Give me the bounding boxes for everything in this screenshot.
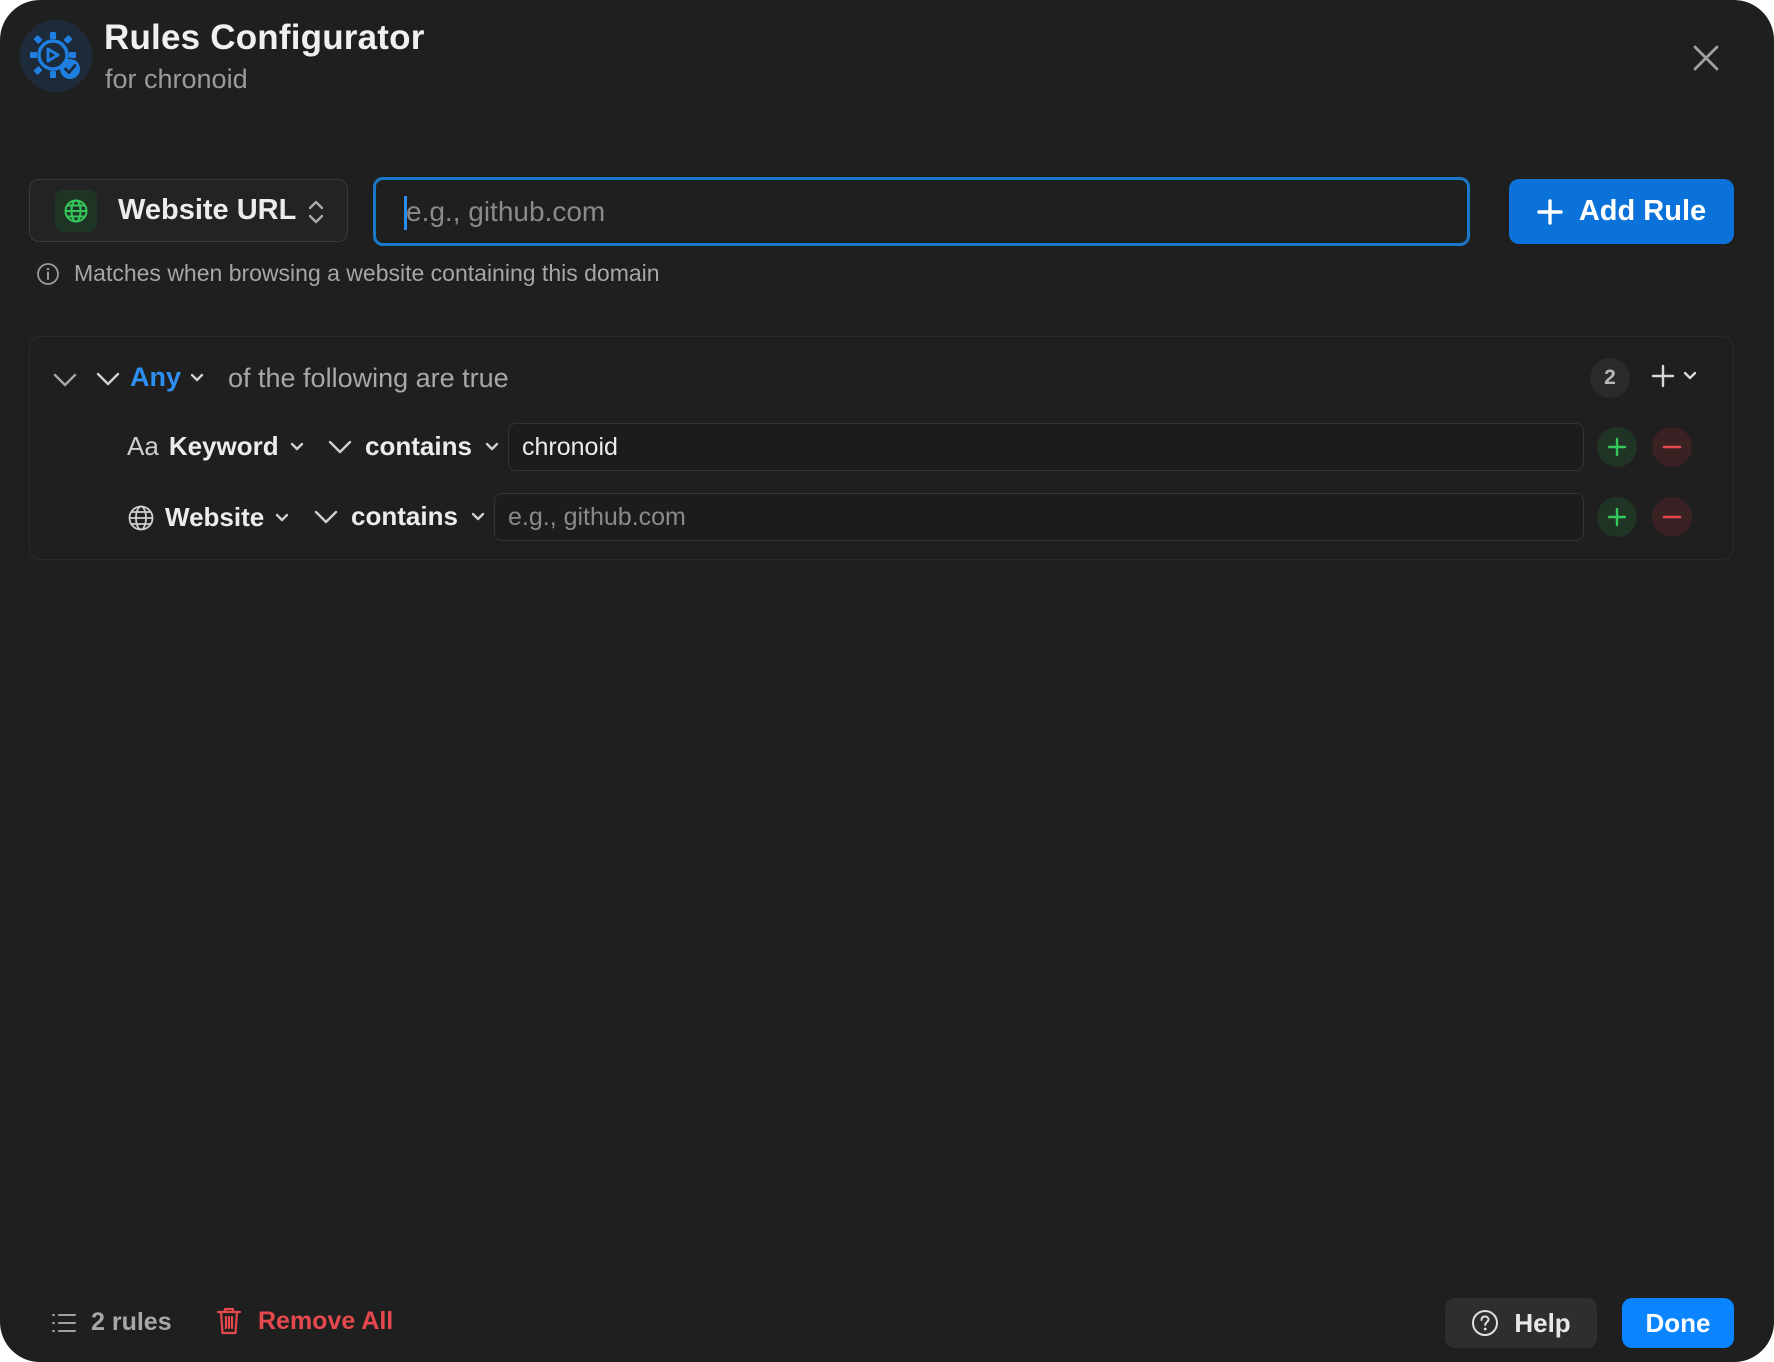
rule-field-dropdown[interactable]: Aa Keyword	[127, 431, 305, 462]
globe-icon	[128, 505, 154, 530]
minus-icon	[1662, 445, 1682, 449]
chevron-down-icon	[485, 442, 499, 450]
done-button[interactable]: Done	[1622, 1298, 1734, 1348]
chevron-down-icon	[290, 442, 303, 450]
quantifier-chevron-icon[interactable]	[95, 370, 121, 388]
add-rule-button[interactable]: Add Rule	[1509, 179, 1734, 244]
plus-icon	[1607, 507, 1627, 527]
done-label: Done	[1645, 1307, 1711, 1338]
rule-value-input[interactable]	[509, 424, 1583, 470]
rules-configurator-window: Rules Configurator for chronoid Website …	[0, 0, 1774, 1362]
url-input-container	[373, 177, 1470, 246]
rule-operator-label: contains	[365, 431, 472, 461]
plus-icon	[1607, 437, 1627, 457]
url-input[interactable]	[376, 180, 1467, 243]
add-rule-label: Add Rule	[1578, 195, 1707, 227]
page-title: Rules Configurator	[104, 18, 425, 57]
remove-all-label: Remove All	[258, 1306, 394, 1335]
hint-text: Matches when browsing a website containi…	[74, 260, 660, 286]
chevron-down-icon	[328, 440, 352, 453]
rule-operator-dropdown[interactable]: contains	[313, 501, 486, 532]
collapse-chevron-icon[interactable]	[52, 371, 78, 389]
rule-group-panel: Any of the following are true 2 Aa Keywo…	[29, 336, 1734, 560]
help-button[interactable]: Help	[1445, 1298, 1597, 1348]
add-rule-row-button[interactable]	[1597, 427, 1637, 467]
chevron-down-icon	[471, 512, 485, 520]
help-label: Help	[1514, 1307, 1571, 1338]
list-icon	[52, 1313, 76, 1332]
chevron-down-icon	[314, 510, 338, 523]
chevron-up-down-icon	[308, 200, 324, 224]
rule-value-input[interactable]	[495, 494, 1583, 540]
remove-rule-row-button[interactable]	[1652, 427, 1692, 467]
question-icon	[1472, 1310, 1499, 1336]
text-type-icon: Aa	[127, 431, 159, 461]
trash-icon	[216, 1307, 242, 1335]
chevron-down-icon	[276, 513, 289, 521]
text-caret	[404, 196, 407, 230]
rule-field-label: Keyword	[168, 431, 279, 461]
rule-operator-dropdown[interactable]: contains	[327, 431, 500, 462]
rule-field-dropdown[interactable]: Website	[127, 502, 290, 533]
plus-icon	[1651, 364, 1675, 388]
plus-icon	[1537, 198, 1563, 225]
rules-summary: 2 rules	[51, 1308, 172, 1337]
quantifier-label: Any	[130, 362, 182, 392]
remove-all-button[interactable]: Remove All	[216, 1306, 393, 1336]
page-subtitle: for chronoid	[105, 64, 248, 94]
rule-operator-label: contains	[351, 501, 458, 531]
minus-icon	[1662, 515, 1682, 519]
info-icon	[37, 262, 59, 285]
close-icon	[1693, 45, 1719, 71]
rule-count-badge: 2	[1590, 358, 1630, 398]
add-rule-row-button[interactable]	[1597, 497, 1637, 537]
rule-field-label: Website	[165, 502, 265, 532]
close-button[interactable]	[1686, 38, 1726, 78]
gear-check-icon	[20, 20, 92, 92]
rule-value-field	[494, 493, 1584, 541]
rule-type-selector[interactable]: Website URL	[29, 179, 348, 242]
group-condition-text: of the following are true	[228, 363, 509, 393]
quantifier-dropdown[interactable]: Any	[130, 362, 205, 393]
rule-type-label: Website URL	[118, 194, 297, 226]
rule-value-field	[508, 423, 1584, 471]
add-condition-menu[interactable]	[1650, 363, 1698, 389]
chevron-down-icon	[190, 373, 204, 381]
remove-rule-row-button[interactable]	[1652, 497, 1692, 537]
input-hint: Matches when browsing a website containi…	[36, 260, 660, 287]
rules-count-label: 2 rules	[91, 1308, 172, 1336]
globe-icon	[55, 189, 97, 232]
chevron-down-icon	[1683, 371, 1697, 380]
